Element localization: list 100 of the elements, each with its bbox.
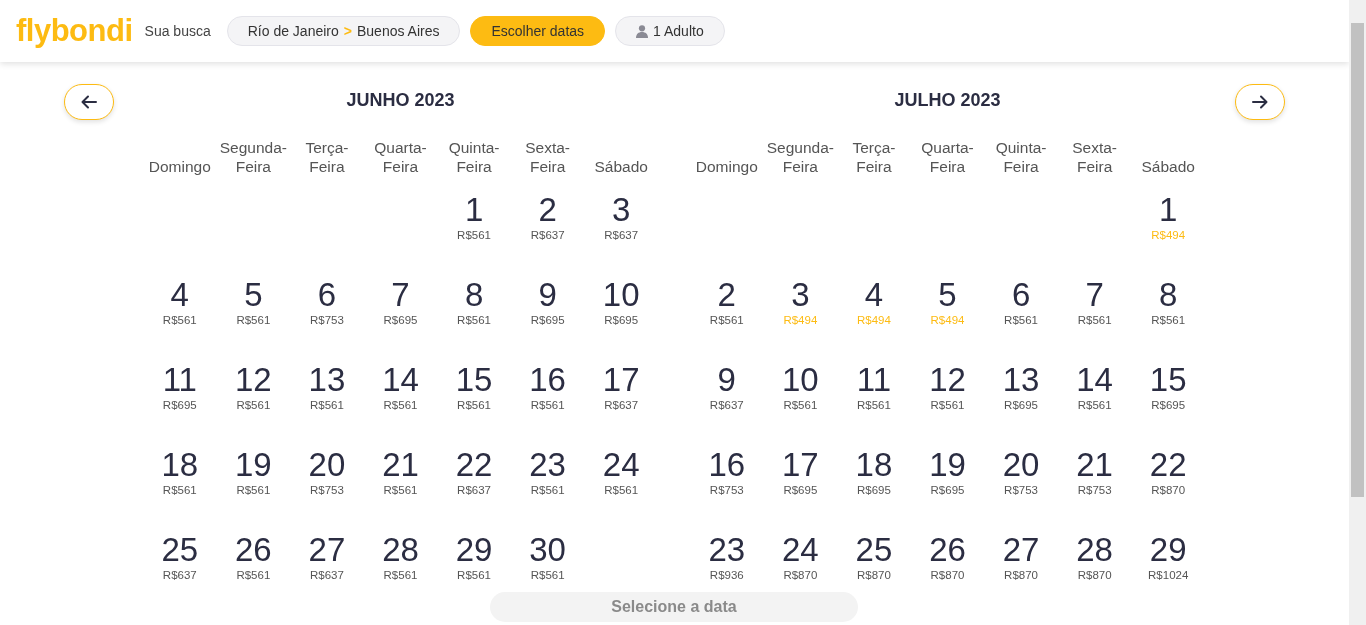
day-number[interactable]: 25 — [855, 532, 893, 568]
day-number[interactable]: 18 — [161, 447, 199, 483]
day-price: R$561 — [530, 483, 565, 497]
day-number[interactable]: 21 — [1076, 447, 1113, 483]
day-number[interactable]: 17 — [782, 447, 819, 483]
day-number[interactable]: 13 — [308, 362, 346, 398]
day-price: R$695 — [162, 398, 197, 412]
day-number[interactable]: 10 — [782, 362, 819, 398]
day-number[interactable]: 9 — [717, 362, 736, 398]
day-number[interactable]: 3 — [612, 192, 631, 228]
day-price: R$695 — [383, 313, 418, 327]
day-number[interactable]: 29 — [455, 532, 493, 568]
day-price: R$561 — [457, 568, 491, 582]
day-number[interactable]: 11 — [856, 362, 892, 398]
day-price: R$695 — [1151, 398, 1186, 412]
day-number[interactable]: 17 — [602, 362, 640, 398]
day-price: R$870 — [1077, 568, 1112, 582]
search-label: Sua busca — [144, 23, 211, 39]
day-number[interactable]: 14 — [1076, 362, 1113, 398]
day-number[interactable]: 23 — [529, 447, 566, 483]
day-price: R$561 — [709, 313, 744, 327]
weekday-label: Terça-Feira — [851, 138, 897, 176]
weekday-label: Quinta-Feira — [447, 138, 501, 176]
day-number[interactable]: 14 — [382, 362, 419, 398]
day-number[interactable]: 15 — [1149, 362, 1187, 398]
day-price: R$870 — [1004, 568, 1038, 582]
day-number[interactable]: 5 — [244, 277, 263, 313]
weekday-label: Quarta-Feira — [373, 138, 428, 176]
day-number[interactable]: 19 — [929, 447, 966, 483]
next-month-button[interactable] — [1235, 84, 1285, 120]
weekday-label: Segunda-Feira — [218, 138, 288, 176]
scrollbar[interactable] — [1349, 0, 1366, 625]
day-price: R$753 — [709, 483, 744, 497]
day-number[interactable]: 26 — [235, 532, 272, 568]
day-number[interactable]: 6 — [1011, 277, 1031, 313]
weekday-label: Domingo — [695, 157, 758, 176]
day-price: R$561 — [604, 483, 639, 497]
day-number[interactable]: 28 — [382, 532, 419, 568]
day-number[interactable]: 2 — [538, 192, 557, 228]
day-number[interactable]: 20 — [1002, 447, 1040, 483]
weekday-label: Sábado — [594, 157, 648, 176]
day-number[interactable]: 20 — [308, 447, 346, 483]
day-number[interactable]: 7 — [391, 277, 410, 313]
day-number[interactable]: 19 — [235, 447, 272, 483]
day-number[interactable]: 18 — [855, 447, 893, 483]
day-number[interactable]: 21 — [382, 447, 419, 483]
day-number[interactable]: 27 — [1002, 532, 1040, 568]
day-number[interactable]: 8 — [1159, 277, 1178, 313]
day-number[interactable]: 30 — [529, 532, 566, 568]
day-number[interactable]: 5 — [938, 277, 957, 313]
day-number[interactable]: 29 — [1149, 532, 1187, 568]
day-price: R$695 — [930, 483, 965, 497]
day-number[interactable]: 13 — [1002, 362, 1040, 398]
day-price: R$561 — [236, 483, 271, 497]
day-price: R$561 — [930, 398, 965, 412]
day-number[interactable]: 27 — [308, 532, 346, 568]
day-number[interactable]: 12 — [235, 362, 272, 398]
day-number[interactable]: 24 — [602, 447, 640, 483]
day-number[interactable]: 6 — [317, 277, 337, 313]
day-number[interactable]: 1 — [464, 192, 484, 228]
left-arrow-icon — [81, 95, 97, 109]
day-number[interactable]: 23 — [708, 532, 746, 568]
day-number[interactable]: 15 — [455, 362, 493, 398]
day-number[interactable]: 2 — [717, 277, 736, 313]
day-price: R$753 — [1077, 483, 1112, 497]
day-number[interactable]: 16 — [708, 447, 746, 483]
day-price: R$1024 — [1148, 568, 1189, 582]
day-number[interactable]: 9 — [538, 277, 557, 313]
previous-month-button[interactable] — [64, 84, 114, 120]
month-title: JUNHO 2023 — [345, 90, 456, 112]
day-number[interactable]: 28 — [1076, 532, 1113, 568]
day-price: R$695 — [856, 483, 891, 497]
day-price: R$561 — [783, 398, 818, 412]
day-number[interactable]: 22 — [1149, 447, 1187, 483]
weekday-label: Terça-Feira — [304, 138, 350, 176]
day-number[interactable]: 10 — [602, 277, 640, 313]
day-number[interactable]: 8 — [464, 277, 484, 313]
day-price: R$561 — [457, 398, 491, 412]
day-number[interactable]: 1 — [1159, 192, 1178, 228]
day-number[interactable]: 4 — [170, 277, 189, 313]
day-price: R$561 — [457, 228, 491, 242]
day-number[interactable]: 24 — [782, 532, 819, 568]
route-button[interactable]: Río de Janeiro > Buenos Aires — [226, 16, 461, 46]
day-price: R$561 — [1077, 313, 1112, 327]
day-number[interactable]: 4 — [864, 277, 884, 313]
day-price: R$561 — [383, 398, 418, 412]
choose-dates-button[interactable]: Escolher datas — [470, 16, 606, 46]
weekday-label: Segunda-Feira — [765, 138, 835, 176]
weekday-label: Sexta-Feira — [524, 138, 572, 176]
passengers-button[interactable]: 1 Adulto — [615, 16, 725, 46]
day-number[interactable]: 22 — [455, 447, 493, 483]
day-number[interactable]: 26 — [929, 532, 966, 568]
person-icon — [636, 24, 649, 38]
day-price: R$637 — [604, 398, 639, 412]
day-number[interactable]: 12 — [929, 362, 966, 398]
day-number[interactable]: 7 — [1085, 277, 1104, 313]
day-number[interactable]: 16 — [529, 362, 566, 398]
day-number[interactable]: 3 — [791, 277, 810, 313]
day-number[interactable]: 11 — [162, 362, 197, 398]
day-number[interactable]: 25 — [161, 532, 199, 568]
